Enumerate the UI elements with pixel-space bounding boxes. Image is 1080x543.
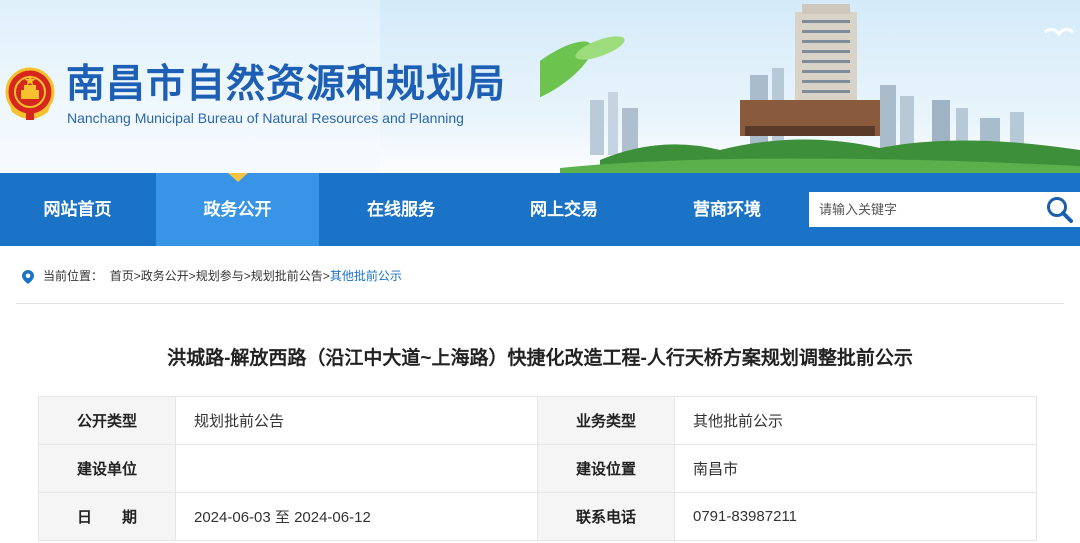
breadcrumb-separator: >	[188, 269, 196, 283]
field-value: 规划批前公告	[175, 396, 538, 445]
field-label: 业务类型	[537, 396, 675, 445]
breadcrumb-separator: >	[243, 269, 251, 283]
field-label: 日 期	[38, 492, 176, 541]
breadcrumb-separator: >	[322, 269, 330, 283]
active-caret-icon	[227, 173, 248, 182]
breadcrumb-link-planning-participation[interactable]: 规划参与	[196, 269, 244, 283]
field-label: 建设单位	[38, 444, 176, 493]
table-row: 公开类型 规划批前公告 业务类型 其他批前公示	[38, 396, 1037, 445]
table-row: 建设单位 建设位置 南昌市	[38, 444, 1037, 493]
site-title: 南昌市自然资源和规划局	[66, 63, 507, 106]
info-table: 公开类型 规划批前公告 业务类型 其他批前公示 建设单位 建设位置 南昌市 日 …	[38, 396, 1037, 541]
breadcrumb-link-home[interactable]: 首页	[110, 269, 134, 283]
field-label: 联系电话	[537, 492, 675, 541]
nav-item-home[interactable]: 网站首页	[0, 173, 155, 246]
field-value: 0791-83987211	[674, 492, 1037, 541]
search-button[interactable]	[1040, 192, 1080, 227]
breadcrumb-link-government-affairs[interactable]: 政务公开	[141, 269, 189, 283]
nav-item-label: 政务公开	[203, 200, 272, 219]
nav-item-online-trading[interactable]: 网上交易	[483, 173, 645, 246]
field-value: 南昌市	[674, 444, 1037, 493]
field-value: 2024-06-03 至 2024-06-12	[175, 492, 538, 541]
breadcrumb: 当前位置： 首页>政务公开>规划参与>规划批前公告>其他批前公示	[22, 267, 402, 285]
table-row: 日 期 2024-06-03 至 2024-06-12 联系电话 0791-83…	[38, 492, 1037, 541]
field-value: 其他批前公示	[674, 396, 1037, 445]
field-label: 建设位置	[537, 444, 675, 493]
site-subtitle: Nanchang Municipal Bureau of Natural Res…	[67, 110, 464, 126]
breadcrumb-link-pre-approval-notice[interactable]: 规划批前公告	[251, 269, 323, 283]
magnifier-icon	[1047, 197, 1073, 223]
nav-item-business-environment[interactable]: 营商环境	[646, 173, 808, 246]
breadcrumb-prefix: 当前位置：	[43, 269, 104, 283]
breadcrumb-separator: >	[133, 269, 141, 283]
article-title: 洪城路-解放西路（沿江中大道~上海路）快捷化改造工程-人行天桥方案规划调整批前公…	[167, 348, 913, 369]
breadcrumb-current[interactable]: 其他批前公示	[330, 269, 402, 283]
city-skyline-illustration	[540, 4, 1080, 173]
search-input[interactable]	[809, 192, 1049, 227]
nav-item-online-services[interactable]: 在线服务	[320, 173, 482, 246]
header-banner: 南昌市自然资源和规划局 Nanchang Municipal Bureau of…	[0, 0, 1080, 173]
divider	[16, 303, 1064, 304]
nav-item-government-affairs[interactable]: 政务公开	[156, 173, 319, 246]
national-emblem-icon	[5, 67, 55, 120]
field-label: 公开类型	[38, 396, 176, 445]
location-pin-icon	[22, 269, 34, 284]
field-value	[175, 444, 538, 493]
